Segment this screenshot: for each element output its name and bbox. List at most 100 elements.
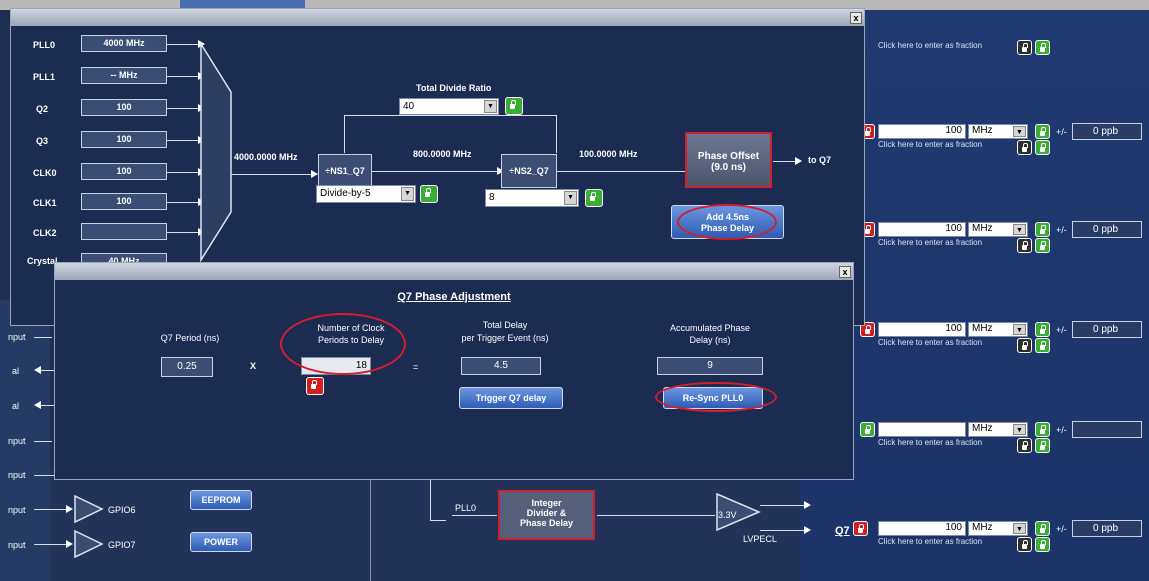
lock-icon[interactable]: [1017, 338, 1032, 353]
bg-connector: [760, 530, 805, 531]
unit-select[interactable]: MHz ▼: [968, 124, 1028, 139]
integer-divider-box[interactable]: Integer Divider & Phase Delay: [498, 490, 595, 540]
lock-icon[interactable]: [1017, 537, 1032, 552]
chevron-down-icon[interactable]: ▼: [484, 100, 497, 113]
lock-icon[interactable]: [1017, 438, 1032, 453]
input-label: Crystal: [27, 256, 58, 266]
chevron-down-icon[interactable]: ▼: [1013, 224, 1026, 235]
bg-connector: [430, 520, 446, 521]
ppb-input[interactable]: [1072, 421, 1142, 438]
output-frequency: 100.0000 MHz: [579, 149, 638, 159]
frequency-input[interactable]: 100: [878, 222, 966, 237]
total-divide-select[interactable]: 40 ▼: [399, 98, 499, 115]
lock-icon[interactable]: [1035, 438, 1050, 453]
lock-icon[interactable]: [420, 185, 438, 203]
fraction-hint[interactable]: Click here to enter as fraction: [878, 41, 982, 50]
input-value: 100: [81, 163, 167, 180]
eeprom-button[interactable]: EEPROM: [190, 490, 252, 510]
unit-select-value: MHz: [972, 522, 993, 533]
close-icon[interactable]: x: [850, 12, 862, 24]
connector: [167, 140, 199, 141]
gpio6-buffer-icon: [74, 494, 104, 524]
lock-icon[interactable]: [1035, 537, 1050, 552]
close-icon[interactable]: x: [839, 266, 851, 278]
lock-icon[interactable]: [585, 189, 603, 207]
fraction-hint[interactable]: Click here to enter as fraction: [878, 537, 982, 546]
ns1-divider-box[interactable]: ÷NS1_Q7: [318, 154, 372, 188]
fraction-hint[interactable]: Click here to enter as fraction: [878, 238, 982, 247]
frequency-input[interactable]: 100: [878, 124, 966, 139]
ns2-select-value: 8: [489, 192, 495, 203]
fraction-hint[interactable]: Click here to enter as fraction: [878, 438, 982, 447]
chevron-down-icon[interactable]: ▼: [401, 187, 414, 201]
input-value: 4000 MHz: [81, 35, 167, 52]
window-title-bar[interactable]: [11, 9, 864, 26]
accumulated-delay-label: Delay (ns): [689, 335, 731, 345]
lock-icon[interactable]: [1035, 222, 1050, 237]
ns2-divider-box[interactable]: ÷NS2_Q7: [501, 154, 557, 188]
period-label: Q7 Period (ns): [160, 333, 220, 343]
highlight-ellipse: [280, 313, 406, 375]
unit-select[interactable]: MHz ▼: [968, 322, 1028, 337]
input-value: 100: [81, 99, 167, 116]
lock-icon[interactable]: [306, 377, 324, 395]
chevron-down-icon[interactable]: ▼: [1013, 523, 1026, 534]
phase-offset-title: Phase Offset: [697, 151, 760, 162]
total-delay-value: 4.5: [461, 357, 541, 375]
frequency-input[interactable]: 100: [878, 521, 966, 536]
trigger-delay-button[interactable]: Trigger Q7 delay: [459, 387, 563, 409]
ppb-input[interactable]: 0 ppb: [1072, 321, 1142, 338]
arrow: [311, 170, 318, 178]
fraction-hint[interactable]: Click here to enter as fraction: [878, 140, 982, 149]
bg-input-label: al: [12, 401, 20, 411]
lock-icon[interactable]: [1017, 40, 1032, 55]
lock-icon[interactable]: [860, 422, 875, 437]
bg-connector: [34, 509, 66, 510]
bg-connector: [452, 515, 497, 516]
connector: [773, 161, 797, 162]
lock-icon[interactable]: [1035, 322, 1050, 337]
lock-icon[interactable]: [1017, 140, 1032, 155]
unit-select[interactable]: MHz ▼: [968, 521, 1028, 536]
to-q7-label: to Q7: [808, 155, 832, 165]
lock-icon[interactable]: [1035, 140, 1050, 155]
frequency-input[interactable]: 100: [878, 322, 966, 337]
window-title-bar[interactable]: [55, 263, 853, 280]
input-label: Q2: [36, 104, 49, 114]
input-label: PLL0: [33, 40, 56, 50]
lock-icon[interactable]: [1035, 40, 1050, 55]
accumulated-delay-value: 9: [657, 357, 763, 375]
ns1-divide-select[interactable]: Divide-by-5 ▼: [316, 185, 416, 203]
chevron-down-icon[interactable]: ▼: [1013, 126, 1026, 137]
unit-select[interactable]: MHz ▼: [968, 222, 1028, 237]
ns2-divide-select[interactable]: 8 ▼: [485, 189, 579, 207]
lock-icon[interactable]: [505, 97, 523, 115]
frequency-input[interactable]: [878, 422, 966, 437]
lock-icon[interactable]: [1035, 422, 1050, 437]
lock-icon[interactable]: [1017, 238, 1032, 253]
ppb-input[interactable]: 0 ppb: [1072, 123, 1142, 140]
period-value: 0.25: [161, 357, 213, 377]
bg-connector: [34, 337, 52, 338]
phase-offset-box[interactable]: Phase Offset (9.0 ns): [685, 132, 772, 188]
ppb-input[interactable]: 0 ppb: [1072, 221, 1142, 238]
fraction-hint[interactable]: Click here to enter as fraction: [878, 338, 982, 347]
integer-box-line: Phase Delay: [519, 518, 574, 528]
chevron-down-icon[interactable]: ▼: [564, 191, 577, 205]
chevron-down-icon[interactable]: ▼: [1013, 324, 1026, 335]
ppb-input[interactable]: 0 ppb: [1072, 520, 1142, 537]
bg-connector: [760, 505, 805, 506]
bg-connector: [34, 441, 52, 442]
bg-input-label: nput: [8, 505, 26, 515]
lock-icon[interactable]: [1035, 521, 1050, 536]
input-value: [81, 223, 167, 240]
lock-icon[interactable]: [853, 521, 868, 536]
connector: [557, 171, 687, 172]
lock-icon[interactable]: [1035, 338, 1050, 353]
lock-icon[interactable]: [1035, 238, 1050, 253]
chevron-down-icon[interactable]: ▼: [1013, 424, 1026, 435]
power-button[interactable]: POWER: [190, 532, 252, 552]
unit-select-value: MHz: [972, 223, 993, 234]
lock-icon[interactable]: [1035, 124, 1050, 139]
unit-select[interactable]: MHz ▼: [968, 422, 1028, 437]
